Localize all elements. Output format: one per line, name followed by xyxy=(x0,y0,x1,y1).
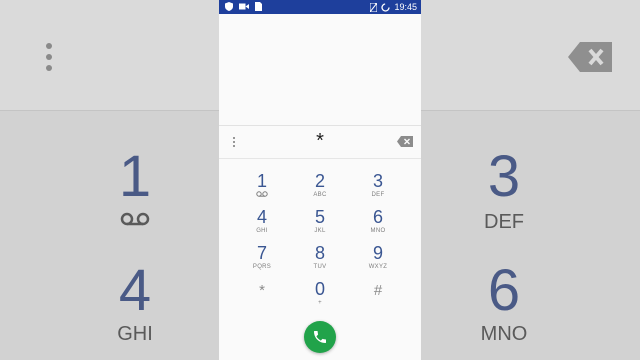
key-3-digit: 3 xyxy=(372,171,383,191)
call-log-area xyxy=(219,14,421,125)
dialpad: * 1 2 ABC 3 DEF 4 GHI 5 JKL 6 MNO 7 PQRS… xyxy=(219,125,421,360)
key-1[interactable]: 1 xyxy=(236,171,288,205)
phone-screen: 19:45 * 1 2 ABC 3 DEF 4 GHI 5 JKL 6 MNO … xyxy=(219,0,421,360)
call-button[interactable] xyxy=(304,321,336,353)
key-star-symbol: * xyxy=(259,282,265,299)
key-4-letters: GHI xyxy=(256,228,268,234)
background-backspace-icon xyxy=(568,42,612,72)
key-5-letters: JKL xyxy=(314,228,326,234)
key-6-letters: MNO xyxy=(370,228,386,234)
key-8[interactable]: 8 TUV xyxy=(294,243,346,277)
background-key-3-letters: DEF xyxy=(484,211,524,233)
key-hash[interactable]: # xyxy=(352,281,404,315)
key-hash-symbol: # xyxy=(373,282,383,299)
background-more-vert-icon xyxy=(46,43,52,76)
key-9[interactable]: 9 WXYZ xyxy=(352,243,404,277)
status-time: 19:45 xyxy=(394,2,417,12)
key-0[interactable]: 0 + xyxy=(294,279,346,313)
key-5-digit: 5 xyxy=(314,207,325,227)
key-9-letters: WXYZ xyxy=(368,264,388,270)
background-key-6: 6 xyxy=(487,258,521,323)
shield-icon xyxy=(225,2,233,11)
background-key-4: 4 xyxy=(118,258,152,323)
key-star[interactable]: * xyxy=(236,281,288,315)
key-3[interactable]: 3 DEF xyxy=(352,171,404,205)
key-8-letters: TUV xyxy=(313,264,327,270)
key-8-digit: 8 xyxy=(314,243,325,263)
key-6-digit: 6 xyxy=(372,207,383,227)
key-3-letters: DEF xyxy=(371,192,385,198)
no-sim-icon xyxy=(370,2,378,12)
dial-input-row: * xyxy=(219,126,421,159)
key-1-digit: 1 xyxy=(256,171,267,191)
key-4-digit: 4 xyxy=(256,207,267,227)
background-key-1: 1 xyxy=(118,144,152,209)
key-6[interactable]: 6 MNO xyxy=(352,207,404,241)
backspace-icon[interactable] xyxy=(397,136,413,147)
key-9-digit: 9 xyxy=(372,243,383,263)
background-voicemail-icon xyxy=(120,212,150,226)
more-vert-icon[interactable] xyxy=(232,137,236,149)
background-key-3: 3 xyxy=(487,144,521,209)
status-icons-right: 19:45 xyxy=(370,1,417,13)
key-0-digit: 0 xyxy=(314,279,325,299)
key-7[interactable]: 7 PQRS xyxy=(236,243,288,277)
key-2[interactable]: 2 ABC xyxy=(294,171,346,205)
key-7-digit: 7 xyxy=(256,243,267,263)
key-5[interactable]: 5 JKL xyxy=(294,207,346,241)
key-2-letters: ABC xyxy=(313,192,327,198)
background-key-6-letters: MNO xyxy=(480,323,528,345)
video-icon xyxy=(239,3,249,10)
status-icons-left xyxy=(225,2,262,11)
loading-icon xyxy=(381,2,391,12)
key-2-digit: 2 xyxy=(314,171,325,191)
dial-input[interactable]: * xyxy=(279,130,361,153)
sim-card-icon xyxy=(255,2,262,11)
key-4[interactable]: 4 GHI xyxy=(236,207,288,241)
key-7-letters: PQRS xyxy=(252,264,272,270)
phone-icon xyxy=(314,331,326,343)
status-bar: 19:45 xyxy=(219,0,421,14)
voicemail-icon xyxy=(256,191,268,197)
background-key-4-letters: GHI xyxy=(117,323,153,345)
key-0-letters: + xyxy=(318,300,322,306)
